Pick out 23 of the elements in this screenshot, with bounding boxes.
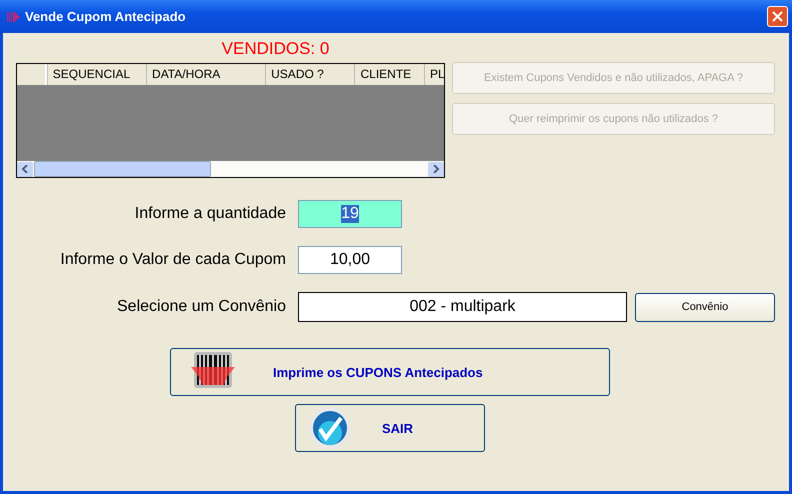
input-field[interactable]: 002 - multipark [298,292,627,322]
convenio-button[interactable]: Convênio [635,292,775,322]
window-title: Vende Cupom Antecipado [25,9,187,24]
column-header[interactable]: DATA/HORA [146,64,266,85]
scroll-left-icon[interactable] [17,162,33,176]
horizontal-scrollbar[interactable] [17,161,444,177]
sold-counter: VENDIDOS: 0 [222,39,330,59]
column-header[interactable]: PL [424,64,444,85]
column-header[interactable]: SEQUENCIAL [46,64,146,85]
field-label: Selecione um Convênio [116,298,286,316]
action-button[interactable]: SAIR [295,404,485,452]
column-header[interactable]: USADO ? [265,64,354,85]
action-button[interactable]: Imprime os CUPONS Antecipados [170,348,610,396]
input-field[interactable]: 19 [298,200,402,228]
field-label: Informe a quantidade [134,205,286,223]
arrow-icon [6,10,22,24]
scroll-right-icon[interactable] [428,162,444,176]
input-field[interactable]: 10,00 [298,246,402,274]
close-button[interactable] [767,6,788,27]
column-header[interactable]: CLIENTE [354,64,424,85]
close-icon [772,11,783,22]
checkmark-icon [308,406,352,450]
field-label: Informe o Valor de cada Cupom [59,251,286,269]
